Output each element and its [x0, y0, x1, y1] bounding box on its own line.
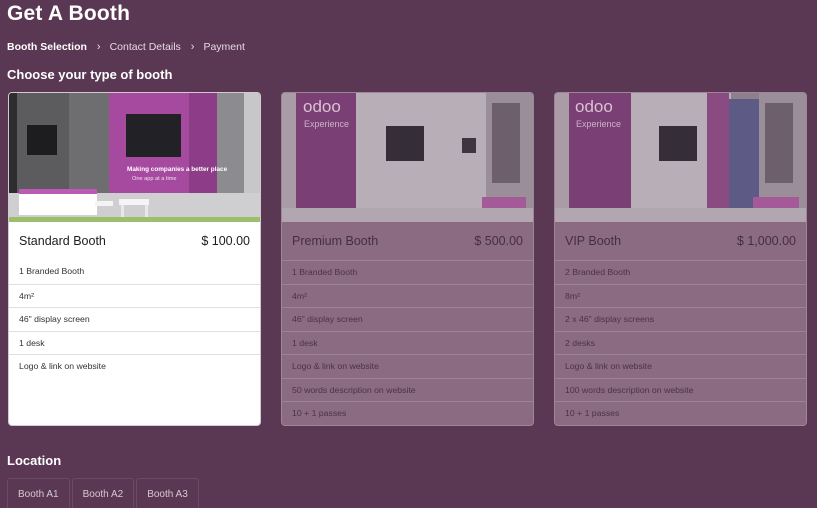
breadcrumb: Booth Selection › Contact Details › Paym… — [7, 41, 245, 53]
feature-item: 2 desks — [555, 330, 806, 355]
feature-item: 4m² — [9, 283, 260, 308]
booth-card-vip[interactable]: odoo Experience VIP Booth $ 1,000.00 2 B… — [554, 92, 807, 426]
location-title: Location — [7, 453, 62, 468]
booth-image: odoo Experience — [282, 93, 533, 222]
feature-item: Logo & link on website — [555, 354, 806, 378]
feature-item: 1 desk — [9, 330, 260, 355]
booth-image: odoo Experience — [555, 93, 806, 222]
location-tab-a2[interactable]: Booth A2 — [71, 478, 135, 508]
booth-image-subslogan: One app at a time — [132, 176, 176, 182]
booth-name: VIP Booth — [565, 234, 622, 248]
feature-item: Logo & link on website — [9, 354, 260, 378]
booth-name: Standard Booth — [19, 234, 106, 248]
booth-card-premium[interactable]: odoo Experience Premium Booth $ 500.00 1… — [281, 92, 534, 426]
booth-price: $ 500.00 — [474, 234, 523, 248]
chevron-right-icon: › — [96, 41, 101, 53]
page-title: Get A Booth — [7, 2, 131, 25]
feature-item: 4m² — [282, 283, 533, 308]
odoo-logo: odoo — [575, 97, 613, 116]
booth-price: $ 1,000.00 — [736, 234, 796, 248]
section-title: Choose your type of booth — [7, 67, 173, 82]
booth-card-header: Standard Booth $ 100.00 — [9, 222, 260, 260]
experience-label: Experience — [576, 119, 621, 129]
feature-item: 10 + 1 passes — [555, 401, 806, 425]
chevron-right-icon: › — [190, 41, 195, 53]
feature-item: 1 Branded Booth — [282, 260, 533, 284]
feature-item: 2 x 46" display screens — [555, 307, 806, 331]
location-tab-a3[interactable]: Booth A3 — [136, 478, 199, 508]
booth-image-slogan: Making companies a better place — [127, 166, 228, 173]
feature-item: 10 + 1 passes — [282, 401, 533, 425]
experience-label: Experience — [304, 119, 349, 129]
feature-item: 46" display screen — [282, 307, 533, 331]
location-tab-a1[interactable]: Booth A1 — [7, 478, 70, 508]
booth-card-standard[interactable]: Making companies a better place One app … — [8, 92, 261, 426]
booth-card-header: Premium Booth $ 500.00 — [282, 222, 533, 260]
feature-item: 100 words description on website — [555, 377, 806, 402]
feature-item: Logo & link on website — [282, 354, 533, 378]
feature-item: 46" display screen — [9, 307, 260, 331]
odoo-logo: odoo — [303, 97, 341, 116]
booth-card-header: VIP Booth $ 1,000.00 — [555, 222, 806, 260]
feature-item: 1 desk — [282, 330, 533, 355]
location-tabs: Booth A1 Booth A2 Booth A3 — [7, 478, 201, 508]
feature-item: 2 Branded Booth — [555, 260, 806, 284]
feature-item: 8m² — [555, 283, 806, 308]
feature-item: 1 Branded Booth — [19, 266, 85, 276]
breadcrumb-booth-selection[interactable]: Booth Selection — [7, 41, 87, 53]
breadcrumb-payment[interactable]: Payment — [203, 41, 244, 53]
booth-image: Making companies a better place One app … — [9, 93, 260, 222]
breadcrumb-contact-details[interactable]: Contact Details — [110, 41, 181, 53]
booth-name: Premium Booth — [292, 234, 379, 248]
booth-price: $ 100.00 — [201, 234, 250, 248]
feature-item: 50 words description on website — [282, 377, 533, 402]
